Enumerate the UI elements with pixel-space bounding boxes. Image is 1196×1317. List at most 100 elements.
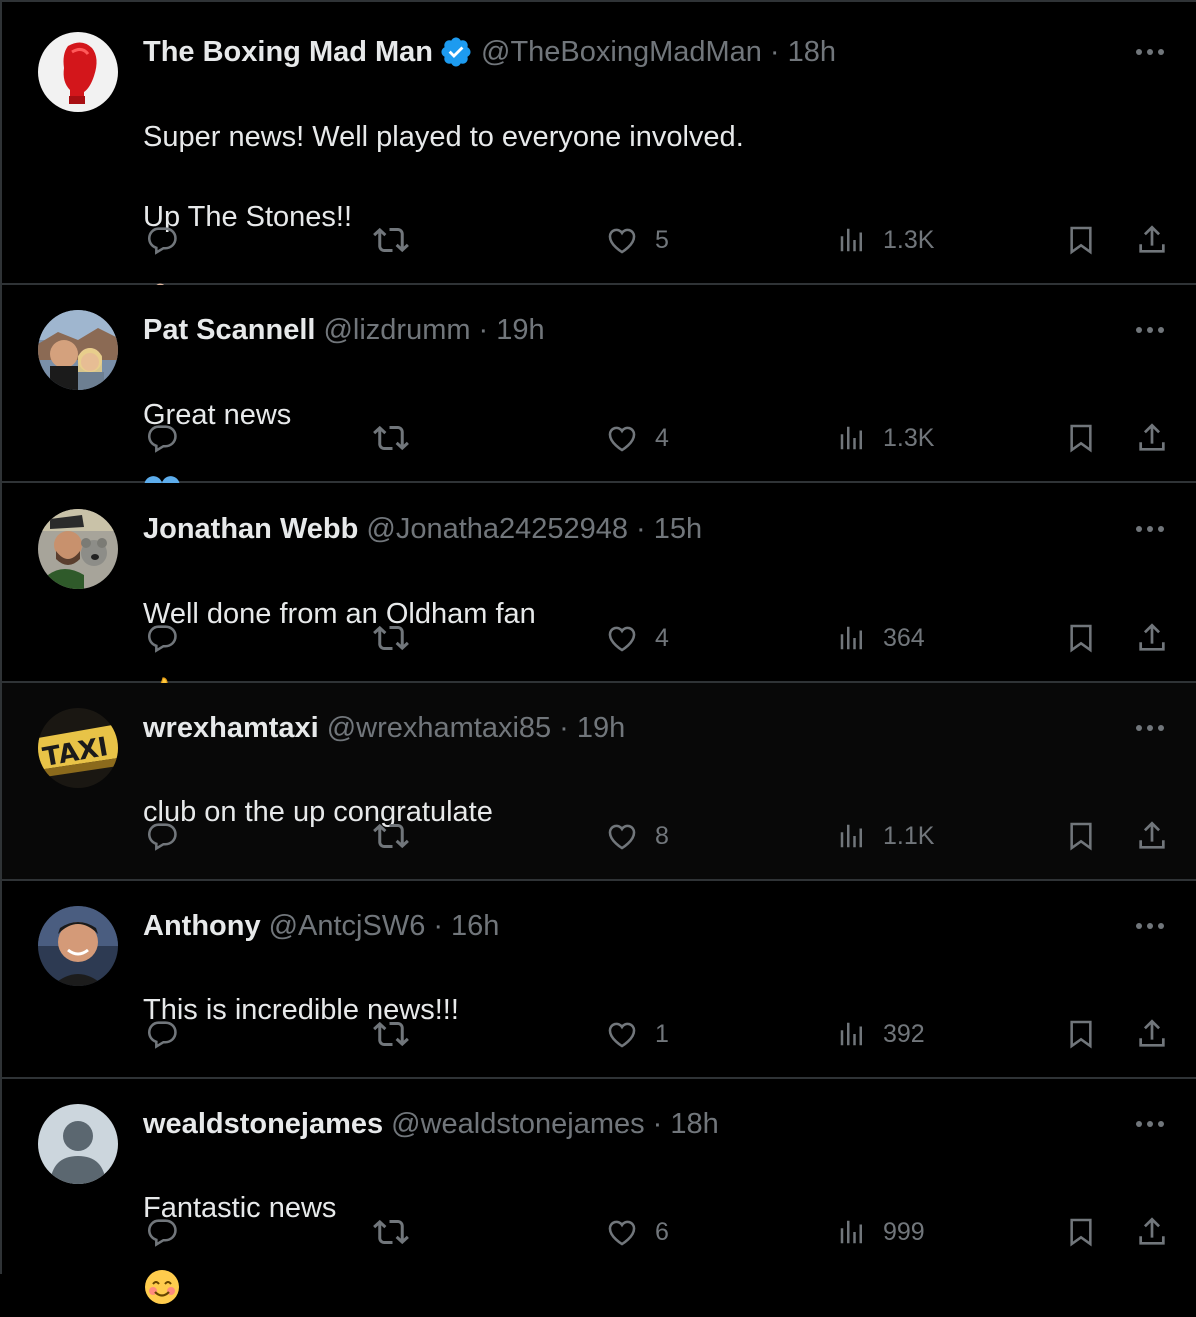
display-name[interactable]: Jonathan Webb xyxy=(143,513,358,546)
views-button[interactable]: 392 xyxy=(837,1014,925,1054)
user-handle[interactable]: @wealdstonejames xyxy=(391,1108,645,1141)
display-name[interactable]: Anthony xyxy=(143,910,261,943)
timestamp[interactable]: 18h xyxy=(788,36,836,69)
reply-icon xyxy=(147,1021,177,1049)
user-handle[interactable]: @wrexhamtaxi85 xyxy=(327,712,551,745)
separator-dot: · xyxy=(636,512,646,545)
bookmark-button[interactable] xyxy=(1065,1212,1097,1252)
analytics-icon xyxy=(840,1022,862,1046)
separator-dot: · xyxy=(559,711,569,744)
user-handle[interactable]: @TheBoxingMadMan xyxy=(481,36,762,69)
share-icon xyxy=(1139,225,1165,253)
like-button[interactable]: 4 xyxy=(605,418,669,458)
timestamp[interactable]: 19h xyxy=(577,712,625,745)
tweet[interactable]: TAXI wrexhamtaxi @wrexhamtaxi85 · 19h cl… xyxy=(2,683,1196,881)
reply-button[interactable] xyxy=(145,220,179,260)
reply-icon xyxy=(147,425,177,453)
more-options-icon[interactable] xyxy=(1134,314,1166,346)
avatar[interactable]: TAXI xyxy=(38,708,118,788)
avatar[interactable] xyxy=(38,906,118,986)
avatar[interactable] xyxy=(38,32,118,112)
analytics-icon xyxy=(840,426,862,450)
timestamp[interactable]: 19h xyxy=(496,314,544,347)
tweet[interactable]: Jonathan Webb @Jonatha24252948 · 15h Wel… xyxy=(2,483,1196,709)
share-button[interactable] xyxy=(1135,1014,1169,1054)
view-count: 1.3K xyxy=(883,225,935,254)
bookmark-button[interactable] xyxy=(1065,1014,1097,1054)
retweet-icon xyxy=(373,823,409,849)
share-icon xyxy=(1139,423,1165,451)
like-button[interactable]: 6 xyxy=(605,1212,669,1252)
display-name[interactable]: wrexhamtaxi xyxy=(143,712,319,745)
bookmark-button[interactable] xyxy=(1065,618,1097,658)
user-handle[interactable]: @AntcjSW6 xyxy=(269,910,426,943)
avatar[interactable] xyxy=(38,1104,118,1184)
reply-button[interactable] xyxy=(145,1212,179,1252)
share-button[interactable] xyxy=(1135,816,1169,856)
separator-dot: · xyxy=(652,1107,663,1140)
reply-button[interactable] xyxy=(145,618,179,658)
user-handle[interactable]: @Jonatha24252948 xyxy=(366,513,628,546)
heart-icon xyxy=(608,1022,636,1048)
views-button[interactable]: 1.3K xyxy=(837,418,934,458)
retweet-button[interactable] xyxy=(373,1212,409,1252)
reply-icon xyxy=(147,625,177,653)
bookmark-icon xyxy=(1070,624,1092,653)
retweet-button[interactable] xyxy=(373,618,409,658)
share-button[interactable] xyxy=(1135,1212,1169,1252)
display-name[interactable]: wealdstonejames xyxy=(143,1108,383,1141)
bookmark-button[interactable] xyxy=(1065,220,1097,260)
bookmark-icon xyxy=(1070,1218,1092,1247)
like-button[interactable]: 1 xyxy=(605,1014,669,1054)
retweet-button[interactable] xyxy=(373,1014,409,1054)
like-count: 6 xyxy=(655,1217,669,1246)
tweet-header: Anthony @AntcjSW6 · 16h xyxy=(143,906,499,946)
reply-feed: The Boxing Mad Man @TheBoxingMadMan · 18… xyxy=(0,0,1196,1304)
bookmark-button[interactable] xyxy=(1065,816,1097,856)
tweet-header: Pat Scannell @lizdrumm · 19h xyxy=(143,310,545,350)
share-button[interactable] xyxy=(1135,220,1169,260)
more-options-icon[interactable] xyxy=(1134,1108,1166,1140)
action-bar: 5 1.3K xyxy=(143,220,1173,260)
action-bar: 4 1.3K xyxy=(143,418,1173,458)
reply-button[interactable] xyxy=(145,1014,179,1054)
more-options-icon[interactable] xyxy=(1134,910,1166,942)
action-bar: 8 1.1K xyxy=(143,816,1173,856)
like-button[interactable]: 4 xyxy=(605,618,669,658)
like-button[interactable]: 8 xyxy=(605,816,669,856)
avatar[interactable] xyxy=(38,310,118,390)
views-button[interactable]: 999 xyxy=(837,1212,925,1252)
display-name[interactable]: The Boxing Mad Man xyxy=(143,36,433,69)
avatar[interactable] xyxy=(38,509,118,589)
like-count: 4 xyxy=(655,623,669,652)
like-count: 1 xyxy=(655,1019,669,1048)
share-button[interactable] xyxy=(1135,618,1169,658)
retweet-button[interactable] xyxy=(373,816,409,856)
retweet-button[interactable] xyxy=(373,220,409,260)
views-button[interactable]: 364 xyxy=(837,618,925,658)
more-options-icon[interactable] xyxy=(1134,513,1166,545)
views-button[interactable]: 1.3K xyxy=(837,220,934,260)
timestamp[interactable]: 18h xyxy=(670,1108,718,1141)
share-button[interactable] xyxy=(1135,418,1169,458)
retweet-icon xyxy=(373,1021,409,1047)
reply-button[interactable] xyxy=(145,418,179,458)
retweet-button[interactable] xyxy=(373,418,409,458)
like-button[interactable]: 5 xyxy=(605,220,669,260)
more-options-icon[interactable] xyxy=(1134,36,1166,68)
user-handle[interactable]: @lizdrumm xyxy=(323,314,470,347)
heart-icon xyxy=(608,426,636,452)
tweet[interactable]: Anthony @AntcjSW6 · 16h This is incredib… xyxy=(2,881,1196,1079)
tweet-header: The Boxing Mad Man @TheBoxingMadMan · 18… xyxy=(143,32,836,72)
timestamp[interactable]: 15h xyxy=(654,513,702,546)
bookmark-button[interactable] xyxy=(1065,418,1097,458)
tweet[interactable]: wealdstonejames @wealdstonejames · 18h F… xyxy=(2,1079,1196,1304)
timestamp[interactable]: 16h xyxy=(451,910,499,943)
views-button[interactable]: 1.1K xyxy=(837,816,934,856)
tweet[interactable]: The Boxing Mad Man @TheBoxingMadMan · 18… xyxy=(2,2,1196,312)
reply-button[interactable] xyxy=(145,816,179,856)
tweet[interactable]: Pat Scannell @lizdrumm · 19h Great news … xyxy=(2,285,1196,509)
more-options-icon[interactable] xyxy=(1134,712,1166,744)
display-name[interactable]: Pat Scannell xyxy=(143,314,315,347)
bookmark-icon xyxy=(1070,1020,1092,1049)
